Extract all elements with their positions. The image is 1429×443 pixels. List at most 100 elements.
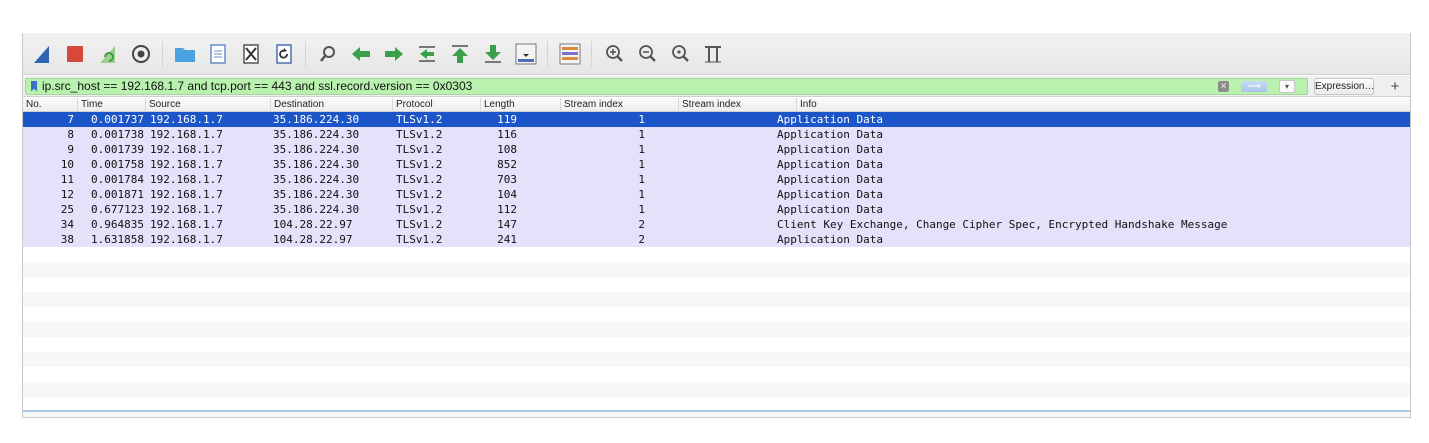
packet-source-cell: 192.168.1.7 (150, 158, 223, 171)
table-row[interactable]: 38 1.631858 192.168.1.7 104.28.22.97 TLSv1.2… (23, 232, 1410, 247)
packet-info-cell: Application Data (777, 128, 883, 141)
table-row[interactable]: 8 0.001738 192.168.1.7 35.186.224.30 TLSv1.2… (23, 127, 1410, 142)
packet-time-cell: 0.001758 (91, 158, 144, 171)
packet-stream-index-cell: 1 (638, 203, 645, 216)
spacer-cell (531, 232, 599, 247)
packet-source-cell: 192.168.1.7 (150, 203, 223, 216)
packet-no-cell: 34 (60, 218, 74, 231)
find-packet-icon[interactable] (315, 41, 340, 66)
packet-protocol-cell: TLSv1.2 (396, 143, 443, 156)
packet-stream-index-cell: 2 (638, 233, 645, 246)
open-file-icon[interactable] (172, 41, 197, 66)
normal-size-icon[interactable] (667, 41, 692, 66)
packet-protocol-cell: TLSv1.2 (396, 128, 443, 141)
column-header-length[interactable]: Length (481, 98, 561, 111)
auto-scroll-icon[interactable] (513, 41, 538, 66)
colorize-icon[interactable] (557, 41, 582, 66)
table-row[interactable]: 25 0.677123 192.168.1.7 35.186.224.30 TLSv1.… (23, 202, 1410, 217)
packet-stream-index-2-cell (649, 172, 719, 187)
zoom-in-icon[interactable] (601, 41, 626, 66)
stop-capture-icon[interactable] (62, 41, 87, 66)
go-forward-icon[interactable] (381, 41, 406, 66)
packet-length-cell: 147 (497, 218, 517, 231)
packet-protocol-cell: TLSv1.2 (396, 188, 443, 201)
go-first-packet-icon[interactable] (447, 41, 472, 66)
spacer-cell (531, 127, 599, 142)
packet-stream-index-cell: 1 (638, 173, 645, 186)
packet-time-cell: 0.964835 (91, 218, 144, 231)
column-header-protocol[interactable]: Protocol (393, 98, 481, 111)
packet-destination-cell: 35.186.224.30 (273, 128, 360, 141)
packet-time-cell: 0.001737 (91, 113, 144, 126)
pane-splitter[interactable] (23, 410, 1410, 412)
column-header-no[interactable]: No. (23, 98, 78, 111)
packet-source-cell: 192.168.1.7 (150, 218, 223, 231)
toolbar-separator (547, 40, 548, 67)
table-row[interactable]: 12 0.001871 192.168.1.7 35.186.224.30 TLSv1.… (23, 187, 1410, 202)
packet-no-cell: 10 (60, 158, 74, 171)
go-back-icon[interactable] (348, 41, 373, 66)
packet-protocol-cell: TLSv1.2 (396, 218, 443, 231)
packet-stream-index-2-cell (649, 232, 719, 247)
packet-no-cell: 38 (60, 233, 74, 246)
spacer-cell (531, 142, 599, 157)
column-header-destination[interactable]: Destination (271, 98, 393, 111)
column-header-stream-index[interactable]: Stream index (561, 98, 679, 111)
spacer-cell (531, 202, 599, 217)
packet-length-cell: 116 (497, 128, 517, 141)
clear-filter-icon[interactable]: × (1218, 80, 1229, 92)
packet-list-empty-area (23, 247, 1410, 417)
display-filter-input[interactable]: ip.src_host == 192.168.1.7 and tcp.port … (25, 77, 1308, 95)
spacer-cell (531, 112, 599, 127)
go-last-packet-icon[interactable] (480, 41, 505, 66)
packet-protocol-cell: TLSv1.2 (396, 173, 443, 186)
packet-no-cell: 25 (60, 203, 74, 216)
packet-time-cell: 0.677123 (91, 203, 144, 216)
packet-protocol-cell: TLSv1.2 (396, 203, 443, 216)
toolbar-separator (591, 40, 592, 67)
filter-history-dropdown-icon[interactable]: ▾ (1279, 79, 1295, 93)
packet-stream-index-cell: 1 (638, 128, 645, 141)
packet-no-cell: 11 (60, 173, 74, 186)
column-header-info[interactable]: Info (797, 98, 1410, 111)
packet-info-cell: Application Data (777, 188, 883, 201)
expression-button[interactable]: Expression… (1314, 77, 1374, 95)
packet-length-cell: 104 (497, 188, 517, 201)
packet-protocol-cell: TLSv1.2 (396, 158, 443, 171)
filter-bookmark-icon[interactable] (31, 80, 37, 92)
table-row[interactable]: 34 0.964835 192.168.1.7 104.28.22.97 TLSv1.2… (23, 217, 1410, 232)
packet-info-cell: Client Key Exchange, Change Cipher Spec,… (777, 218, 1228, 231)
reload-file-icon[interactable] (271, 41, 296, 66)
resize-columns-icon[interactable] (700, 41, 725, 66)
packet-source-cell: 192.168.1.7 (150, 188, 223, 201)
start-capture-icon[interactable] (29, 41, 54, 66)
add-filter-button[interactable]: + (1388, 78, 1402, 95)
packet-stream-index-cell: 2 (638, 218, 645, 231)
packet-destination-cell: 35.186.224.30 (273, 158, 360, 171)
packet-length-cell: 112 (497, 203, 517, 216)
table-row[interactable]: 7 0.001737 192.168.1.7 35.186.224.30 TLSv1.2… (23, 112, 1410, 127)
packet-stream-index-2-cell (649, 187, 719, 202)
packet-stream-index-cell: 1 (638, 188, 645, 201)
restart-capture-icon[interactable] (95, 41, 120, 66)
column-header-source[interactable]: Source (146, 98, 271, 111)
column-header-time[interactable]: Time (78, 98, 146, 111)
table-row[interactable]: 10 0.001758 192.168.1.7 35.186.224.30 TLSv1.… (23, 157, 1410, 172)
packet-protocol-cell: TLSv1.2 (396, 233, 443, 246)
packet-destination-cell: 35.186.224.30 (273, 188, 360, 201)
table-row[interactable]: 11 0.001784 192.168.1.7 35.186.224.30 TLSv1.… (23, 172, 1410, 187)
packet-stream-index-2-cell (649, 112, 719, 127)
close-file-icon[interactable] (238, 41, 263, 66)
spacer-cell (531, 157, 599, 172)
apply-filter-icon[interactable]: ⟶ (1241, 80, 1267, 92)
capture-options-icon[interactable] (128, 41, 153, 66)
zoom-out-icon[interactable] (634, 41, 659, 66)
packet-stream-index-2-cell (649, 142, 719, 157)
column-header-stream-index-2[interactable]: Stream index (679, 98, 797, 111)
go-to-packet-icon[interactable] (414, 41, 439, 66)
save-file-icon[interactable] (205, 41, 230, 66)
packet-list: No. Time Source Destination Protocol Len… (23, 98, 1410, 417)
spacer-cell (531, 187, 599, 202)
table-row[interactable]: 9 0.001739 192.168.1.7 35.186.224.30 TLSv1.2… (23, 142, 1410, 157)
packet-no-cell: 7 (67, 113, 74, 126)
